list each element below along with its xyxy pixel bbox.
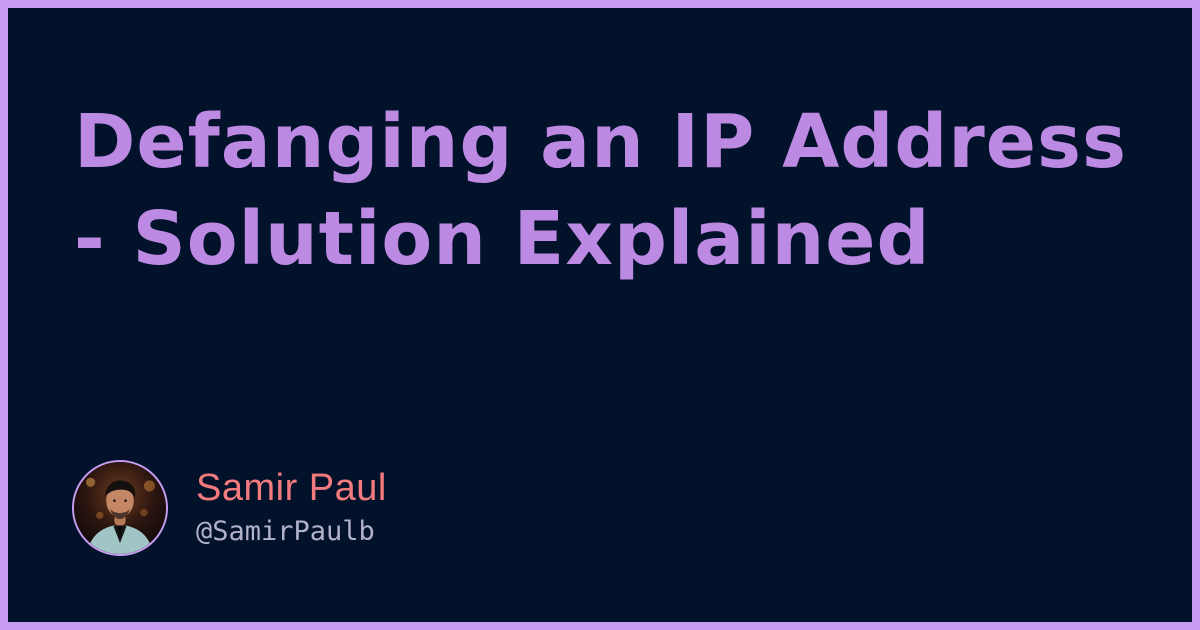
post-title-line-2: - Solution Explained bbox=[74, 196, 931, 282]
author-name: Samir Paul bbox=[196, 467, 387, 509]
author-block: Samir Paul @SamirPaulb bbox=[72, 458, 387, 558]
author-handle: @SamirPaulb bbox=[196, 516, 375, 547]
post-title-line-1: Defanging an IP Address bbox=[74, 99, 1128, 185]
post-title: Defanging an IP Address - Solution Expla… bbox=[74, 94, 1154, 288]
social-card: Defanging an IP Address - Solution Expla… bbox=[8, 8, 1192, 622]
author-avatar-icon bbox=[74, 462, 166, 554]
author-avatar bbox=[72, 460, 168, 556]
author-text: Samir Paul @SamirPaulb bbox=[196, 466, 387, 550]
